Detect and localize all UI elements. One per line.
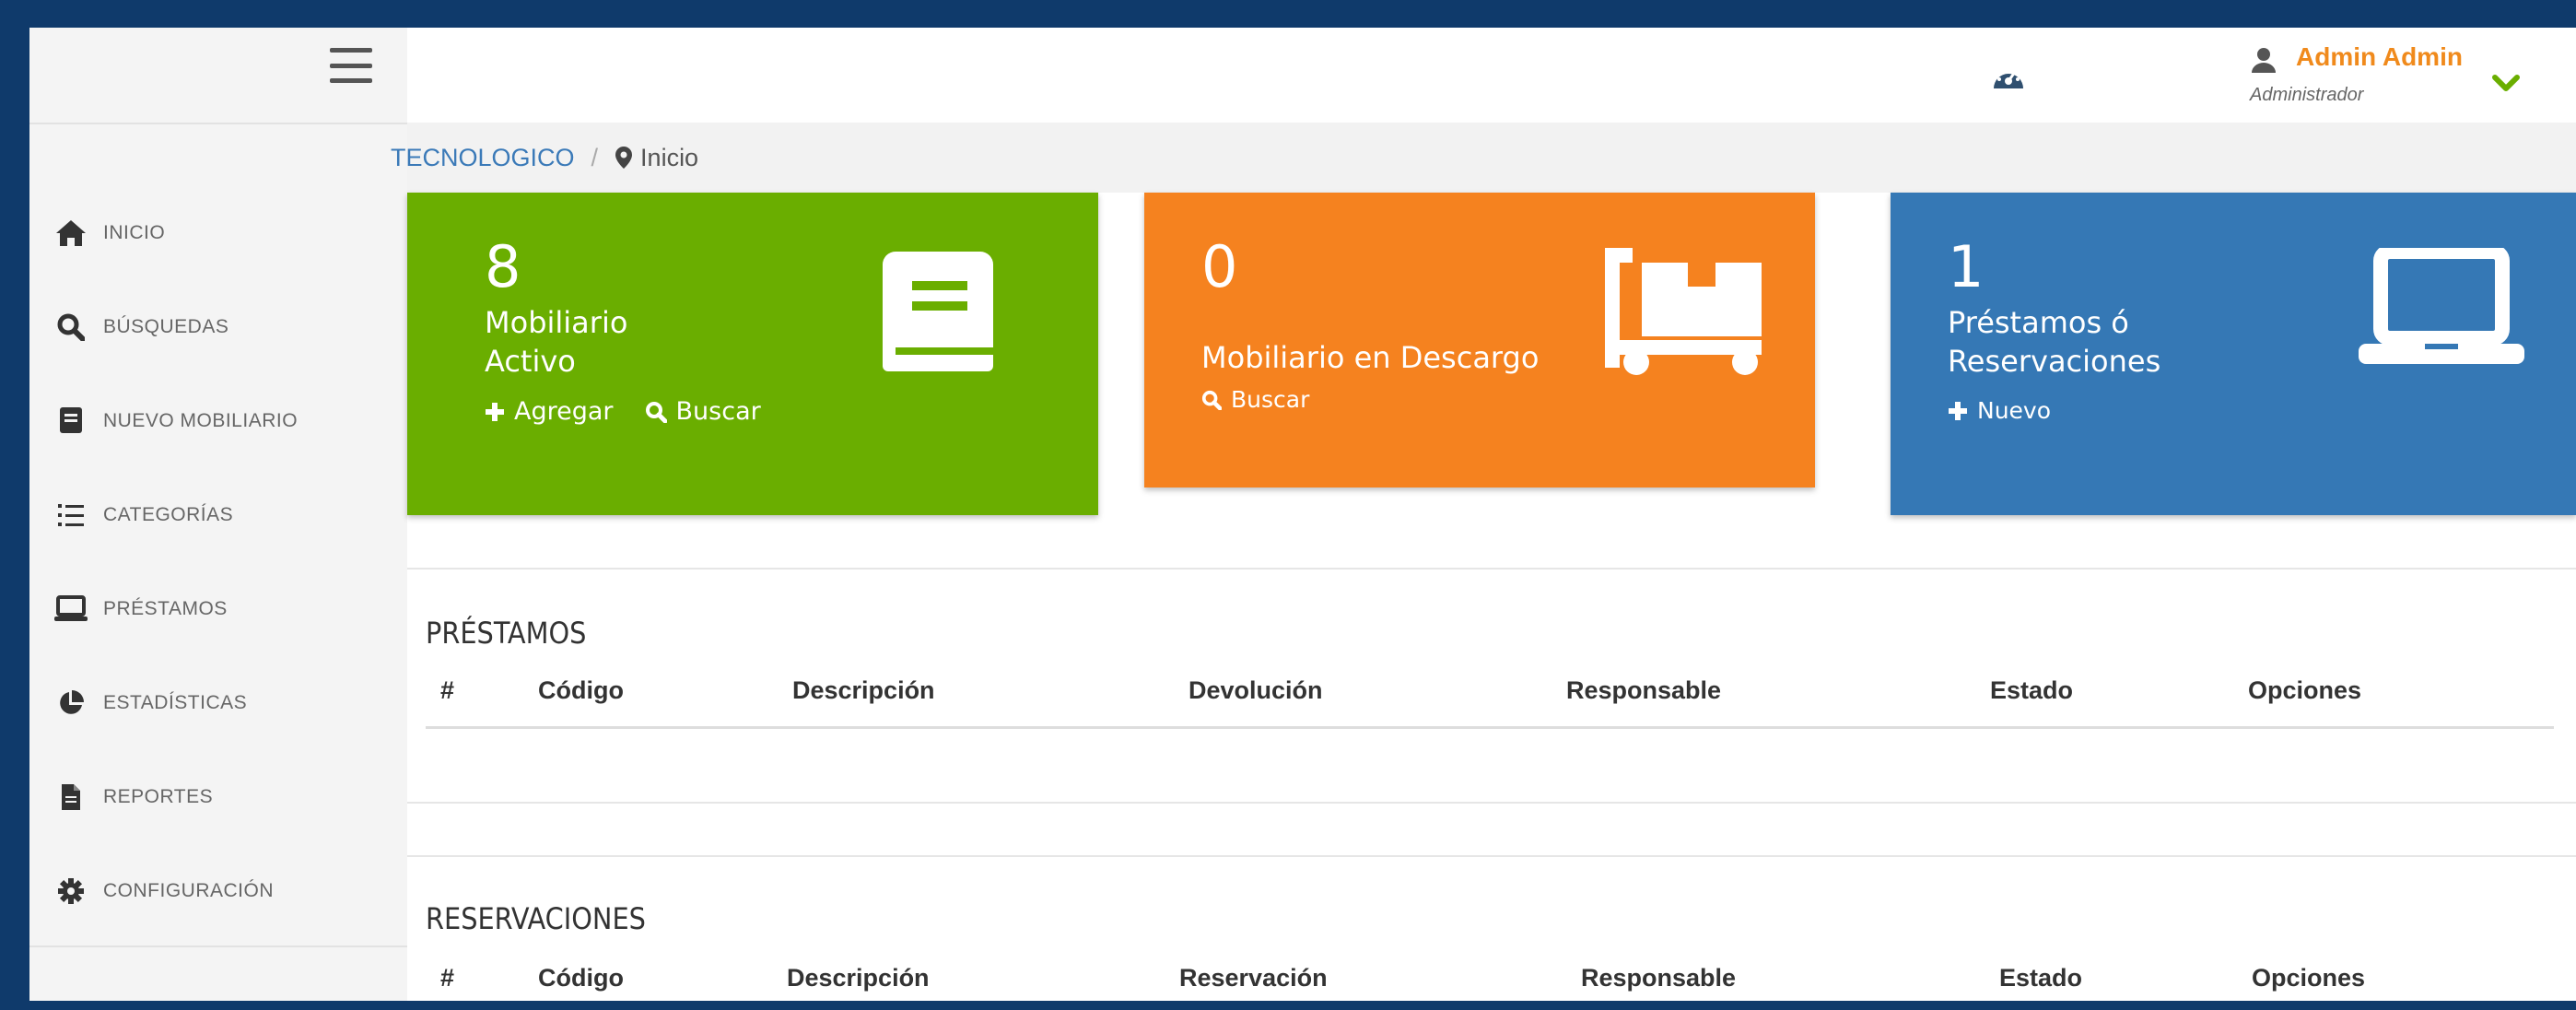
user-name[interactable]: Admin Admin bbox=[2296, 42, 2463, 72]
section-divider bbox=[407, 855, 2576, 857]
loans-header-rule bbox=[426, 726, 2554, 729]
search-furniture-button[interactable]: Buscar bbox=[645, 397, 761, 426]
list-icon bbox=[53, 498, 88, 533]
chevron-down-icon[interactable] bbox=[2488, 65, 2524, 101]
loans-col-status[interactable]: Estado bbox=[1990, 676, 2073, 705]
gear-icon bbox=[53, 874, 88, 909]
sidebar-item-categorias[interactable]: CATEGORÍAS bbox=[29, 487, 407, 543]
sidebar: INICIO BÚSQUEDAS NUEVO MOBILIARIO CATEGO… bbox=[29, 28, 407, 1001]
menu-toggle-icon[interactable] bbox=[330, 48, 372, 83]
section-divider bbox=[407, 802, 2576, 804]
sidebar-item-estadisticas[interactable]: ESTADÍSTICAS bbox=[29, 675, 407, 731]
loans-col-responsible[interactable]: Responsable bbox=[1566, 676, 1721, 705]
search-discharge-label: Buscar bbox=[1231, 386, 1310, 413]
search-icon bbox=[645, 401, 667, 423]
sidebar-item-label: NUEVO MOBILIARIO bbox=[103, 410, 299, 431]
sidebar-item-nuevo-mobiliario[interactable]: NUEVO MOBILIARIO bbox=[29, 393, 407, 449]
reservations-col-responsible[interactable]: Responsable bbox=[1581, 964, 1736, 992]
loans-count: 1 bbox=[1948, 233, 1985, 300]
breadcrumb-root-link[interactable]: TECNOLOGICO bbox=[391, 144, 575, 172]
add-furniture-label: Agregar bbox=[514, 397, 614, 426]
plus-icon bbox=[1949, 401, 1967, 420]
loans-col-return[interactable]: Devolución bbox=[1188, 676, 1323, 705]
book-icon bbox=[879, 248, 999, 381]
sidebar-item-inicio[interactable]: INICIO bbox=[29, 206, 407, 261]
sidebar-item-label: CATEGORÍAS bbox=[103, 504, 234, 525]
sidebar-item-label: REPORTES bbox=[103, 786, 214, 807]
active-furniture-actions: Agregar Buscar bbox=[485, 397, 761, 426]
pie-chart-icon bbox=[53, 686, 88, 721]
active-furniture-card: 8 Mobiliario Activo Agregar Buscar bbox=[407, 193, 1098, 515]
discharge-card: 0 Mobiliario en Descargo Buscar bbox=[1144, 193, 1815, 487]
reservations-col-status[interactable]: Estado bbox=[1999, 964, 2082, 992]
reservations-col-number: # bbox=[440, 964, 455, 992]
sidebar-divider bbox=[29, 945, 407, 947]
map-marker-icon bbox=[615, 147, 633, 169]
loans-col-code[interactable]: Código bbox=[538, 676, 624, 705]
user-role: Administrador bbox=[2250, 85, 2364, 105]
home-icon bbox=[53, 216, 88, 251]
breadcrumb-current: Inicio bbox=[615, 144, 698, 172]
section-divider bbox=[407, 568, 2576, 570]
loans-col-description[interactable]: Descripción bbox=[792, 676, 935, 705]
sidebar-item-label: PRÉSTAMOS bbox=[103, 598, 228, 619]
reservations-col-reservation[interactable]: Reservación bbox=[1179, 964, 1328, 992]
breadcrumb-separator: / bbox=[591, 143, 599, 171]
loans-title: Préstamos ó Reservaciones bbox=[1948, 305, 2161, 379]
dolly-cart-icon bbox=[1605, 248, 1771, 381]
reservations-col-code[interactable]: Código bbox=[538, 964, 624, 992]
sidebar-header bbox=[29, 28, 407, 124]
reservations-col-description[interactable]: Descripción bbox=[787, 964, 930, 992]
sidebar-item-reportes[interactable]: REPORTES bbox=[29, 769, 407, 825]
reservations-col-options: Opciones bbox=[2252, 964, 2366, 992]
discharge-count: 0 bbox=[1201, 233, 1238, 300]
loans-actions: Nuevo bbox=[1948, 397, 2051, 424]
active-furniture-count: 8 bbox=[485, 233, 521, 300]
add-furniture-button[interactable]: Agregar bbox=[485, 397, 614, 426]
breadcrumb: TECNOLOGICO / Inicio bbox=[391, 123, 2576, 193]
breadcrumb-current-label: Inicio bbox=[640, 143, 699, 171]
sidebar-item-label: CONFIGURACIÓN bbox=[103, 880, 274, 901]
loans-col-options: Opciones bbox=[2248, 676, 2362, 704]
new-loan-label: Nuevo bbox=[1977, 397, 2052, 424]
new-loan-button[interactable]: Nuevo bbox=[1948, 397, 2051, 424]
search-discharge-button[interactable]: Buscar bbox=[1201, 386, 1309, 413]
sidebar-item-prestamos[interactable]: PRÉSTAMOS bbox=[29, 581, 407, 637]
laptop-icon bbox=[2359, 244, 2524, 371]
plus-icon bbox=[486, 402, 504, 421]
sidebar-item-busquedas[interactable]: BÚSQUEDAS bbox=[29, 299, 407, 355]
search-icon bbox=[53, 310, 88, 345]
discharge-actions: Buscar bbox=[1201, 386, 1309, 413]
dashboard-icon[interactable] bbox=[1990, 61, 2027, 94]
app-window: INICIO BÚSQUEDAS NUEVO MOBILIARIO CATEGO… bbox=[29, 28, 2576, 1001]
sidebar-item-label: ESTADÍSTICAS bbox=[103, 692, 248, 713]
file-icon bbox=[53, 780, 88, 815]
sidebar-item-configuracion[interactable]: CONFIGURACIÓN bbox=[29, 863, 407, 919]
search-icon bbox=[1201, 390, 1222, 410]
sidebar-item-label: BÚSQUEDAS bbox=[103, 316, 229, 337]
user-icon bbox=[2250, 46, 2279, 76]
laptop-icon bbox=[53, 592, 88, 627]
top-header: Admin Admin Administrador bbox=[407, 28, 2576, 123]
loans-section-title: PRÉSTAMOS bbox=[426, 616, 587, 651]
sidebar-item-label: INICIO bbox=[103, 222, 166, 243]
loans-card: 1 Préstamos ó Reservaciones Nuevo bbox=[1891, 193, 2576, 515]
search-furniture-label: Buscar bbox=[675, 397, 761, 426]
reservations-section-title: RESERVACIONES bbox=[426, 901, 646, 936]
active-furniture-title: Mobiliario Activo bbox=[485, 305, 628, 379]
book-icon bbox=[53, 404, 88, 439]
discharge-title: Mobiliario en Descargo bbox=[1201, 340, 1540, 375]
loans-col-number: # bbox=[440, 676, 455, 704]
